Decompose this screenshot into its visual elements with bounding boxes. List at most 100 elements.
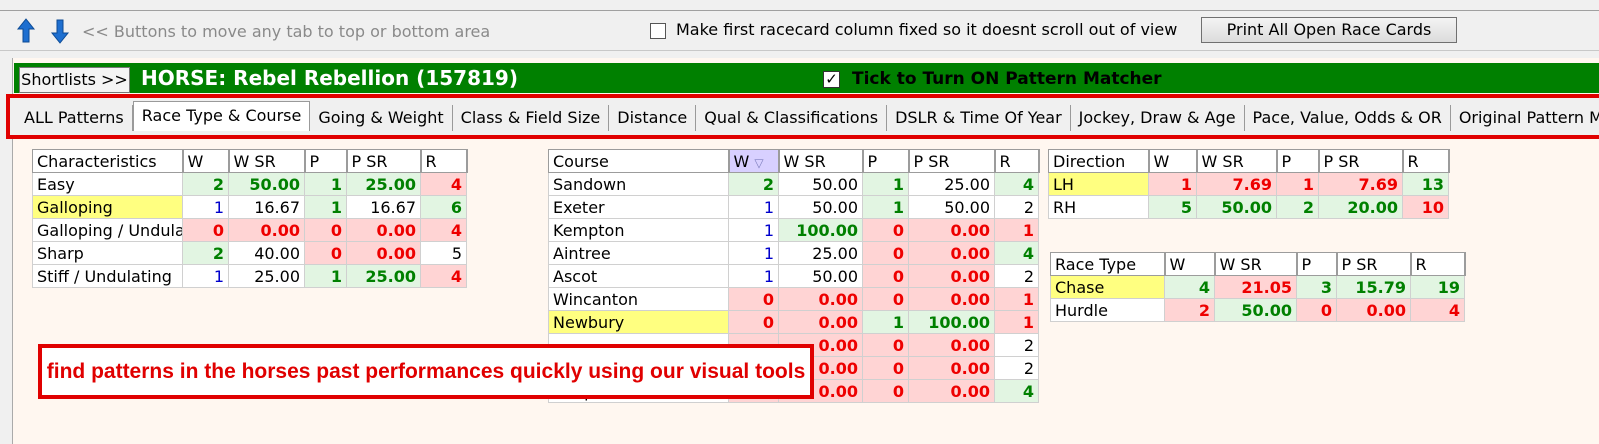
column-header[interactable]: R — [1402, 149, 1450, 173]
move-tabs-hint: << Buttons to move any tab to top or bot… — [82, 22, 491, 41]
column-header[interactable]: P SR — [346, 149, 422, 173]
cell-w: 4 — [1164, 275, 1215, 299]
table-row[interactable]: Easy 2 50.00 1 25.00 4 — [32, 172, 467, 196]
row-label: RH — [1048, 195, 1149, 219]
print-race-cards-button[interactable]: Print All Open Race Cards — [1201, 17, 1457, 43]
table-row[interactable]: Chase 4 21.05 3 15.79 19 — [1050, 275, 1465, 299]
tab-qual-classifications[interactable]: Qual & Classifications — [696, 105, 888, 131]
table-row[interactable]: RH 5 50.00 2 20.00 10 — [1048, 195, 1449, 219]
cell-r: 1 — [994, 218, 1039, 242]
table-row[interactable]: Wincanton 0 0.00 0 0.00 1 — [548, 287, 1039, 311]
table-header-row: Direction W W SR P P SR R — [1048, 149, 1450, 173]
cell-r: 4 — [420, 172, 467, 196]
shortlists-button[interactable]: Shortlists >> — [19, 67, 130, 93]
table-row[interactable]: Exeter 1 50.00 1 50.00 2 — [548, 195, 1039, 219]
column-header[interactable]: P — [304, 149, 348, 173]
column-header[interactable]: W — [182, 149, 230, 173]
row-label: Wincanton — [548, 287, 729, 311]
row-label: Chase — [1050, 275, 1165, 299]
fixed-column-checkbox[interactable] — [650, 23, 666, 39]
cell-p: 0 — [862, 356, 909, 380]
table-row[interactable]: Newbury 0 0.00 1 100.00 1 — [548, 310, 1039, 334]
column-header[interactable]: P SR — [1336, 252, 1412, 276]
column-header[interactable]: Course — [548, 149, 730, 173]
column-header[interactable]: R — [1410, 252, 1466, 276]
column-header[interactable]: R — [420, 149, 468, 173]
tab-original-pattern-matcher[interactable]: Original Pattern M — [1451, 105, 1599, 131]
tab-pace-value-odds-or[interactable]: Pace, Value, Odds & OR — [1245, 105, 1451, 131]
cell-wsr: 50.00 — [778, 172, 863, 196]
row-label: Aintree — [548, 241, 729, 265]
cell-psr: 0.00 — [908, 264, 995, 288]
cell-w: 1 — [1148, 172, 1197, 196]
tab-jockey-draw-age[interactable]: Jockey, Draw & Age — [1071, 105, 1245, 131]
column-header[interactable]: P SR — [1318, 149, 1404, 173]
cell-p: 1 — [304, 195, 347, 219]
cell-psr: 0.00 — [908, 356, 995, 380]
cell-psr: 0.00 — [1336, 298, 1411, 322]
cell-w: 1 — [182, 264, 229, 288]
cell-wsr: 40.00 — [228, 241, 305, 265]
column-header[interactable]: Characteristics — [32, 149, 184, 173]
tab-all-patterns[interactable]: ALL Patterns — [16, 105, 133, 131]
cell-p: 0 — [862, 287, 909, 311]
table-row[interactable]: LH 1 7.69 1 7.69 13 — [1048, 172, 1449, 196]
table-row[interactable]: Galloping 1 16.67 1 16.67 6 — [32, 195, 467, 219]
tab-distance[interactable]: Distance — [609, 105, 697, 131]
table-row[interactable]: Galloping / Undulat 0 0.00 0 0.00 4 — [32, 218, 467, 242]
column-header[interactable]: W SR — [228, 149, 306, 173]
table-row[interactable]: Stiff / Undulating 1 25.00 1 25.00 4 — [32, 264, 467, 288]
table-row[interactable]: Kempton 1 100.00 0 0.00 1 — [548, 218, 1039, 242]
cell-psr: 15.79 — [1336, 275, 1411, 299]
tab-going-weight[interactable]: Going & Weight — [310, 105, 453, 131]
cell-w: 1 — [728, 195, 779, 219]
pattern-matcher-checkbox[interactable]: ✓ — [823, 71, 840, 88]
table-row[interactable]: Hurdle 2 50.00 0 0.00 4 — [1050, 298, 1465, 322]
arrow-down-icon[interactable] — [50, 17, 70, 45]
row-label: Galloping / Undulat — [32, 218, 183, 242]
column-header-sorted[interactable]: W ▽ — [728, 149, 780, 173]
row-label: LH — [1048, 172, 1149, 196]
column-header[interactable]: Direction — [1048, 149, 1150, 173]
cell-psr: 25.00 — [346, 172, 421, 196]
cell-r: 6 — [420, 195, 467, 219]
tab-dslr-time-of-year[interactable]: DSLR & Time Of Year — [887, 105, 1071, 131]
table-row[interactable]: Sandown 2 50.00 1 25.00 4 — [548, 172, 1039, 196]
arrow-up-icon[interactable] — [16, 17, 36, 45]
row-label: Exeter — [548, 195, 729, 219]
cell-r: 2 — [994, 356, 1039, 380]
cell-w: 2 — [182, 172, 229, 196]
cell-wsr: 100.00 — [778, 218, 863, 242]
column-header[interactable]: P — [1296, 252, 1338, 276]
table-header-row: Course W ▽ W SR P P SR R — [548, 149, 1040, 173]
cell-wsr: 50.00 — [778, 264, 863, 288]
column-header[interactable]: W — [1148, 149, 1198, 173]
cell-r: 4 — [420, 218, 467, 242]
column-header[interactable]: W SR — [1196, 149, 1278, 173]
cell-r: 4 — [994, 172, 1039, 196]
cell-r: 19 — [1410, 275, 1465, 299]
column-header[interactable]: P — [1276, 149, 1320, 173]
column-header[interactable]: P SR — [908, 149, 996, 173]
cell-p: 0 — [304, 241, 347, 265]
table-row[interactable]: Sharp 2 40.00 0 0.00 5 — [32, 241, 467, 265]
column-header[interactable]: W SR — [1214, 252, 1298, 276]
cell-w: 1 — [728, 264, 779, 288]
cell-w: 0 — [182, 218, 229, 242]
tab-race-type-course[interactable]: Race Type & Course — [132, 101, 311, 131]
cell-w: 5 — [1148, 195, 1197, 219]
tab-toolbar: << Buttons to move any tab to top or bot… — [0, 12, 1599, 51]
table-header-row: Race Type W W SR P P SR R — [1050, 252, 1466, 276]
column-header[interactable]: Race Type — [1050, 252, 1166, 276]
column-header[interactable]: R — [994, 149, 1040, 173]
cell-psr: 25.00 — [908, 172, 995, 196]
column-header[interactable]: W — [1164, 252, 1216, 276]
promo-callout: find patterns in the horses past perform… — [38, 344, 814, 399]
table-row[interactable]: Ascot 1 50.00 0 0.00 2 — [548, 264, 1039, 288]
column-header[interactable]: P — [862, 149, 910, 173]
cell-p: 0 — [1296, 298, 1337, 322]
table-row[interactable]: Aintree 1 25.00 0 0.00 4 — [548, 241, 1039, 265]
column-header[interactable]: W SR — [778, 149, 864, 173]
tab-class-field-size[interactable]: Class & Field Size — [453, 105, 610, 131]
cell-r: 2 — [994, 264, 1039, 288]
